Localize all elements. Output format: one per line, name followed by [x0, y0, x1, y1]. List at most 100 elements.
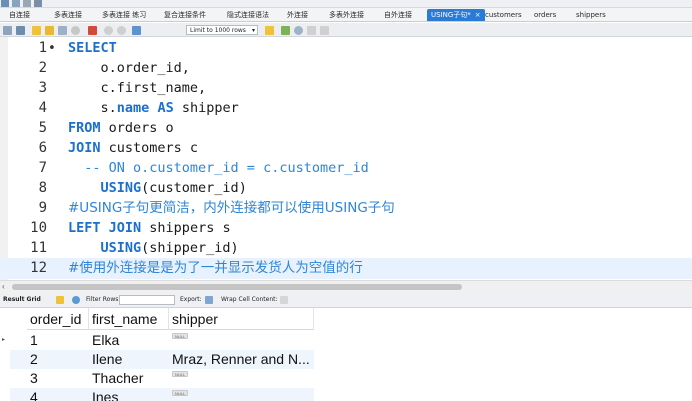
- table-row[interactable]: 1 Elka NULL: [10, 331, 314, 350]
- tab-label: shippers: [576, 11, 606, 19]
- rollback-icon[interactable]: [117, 26, 126, 35]
- search-icon[interactable]: [294, 26, 303, 35]
- tab-8[interactable]: USING子句* ×: [427, 9, 485, 21]
- wrap-cell-icon[interactable]: [280, 296, 288, 304]
- result-grid-label[interactable]: Result Grid: [3, 292, 41, 308]
- autocommit-icon[interactable]: [132, 26, 141, 35]
- export-icon[interactable]: [205, 296, 213, 304]
- export-label: Export:: [180, 296, 202, 303]
- scrollbar-thumb[interactable]: [12, 284, 462, 290]
- tab-2[interactable]: 多表连接 练习: [102, 9, 146, 21]
- column-header-shipper[interactable]: shipper: [169, 308, 314, 330]
- code-line[interactable]: 4 s.name AS shipper: [0, 98, 692, 119]
- tab-4[interactable]: 隐式连接语法: [227, 9, 269, 21]
- column-header-order-id[interactable]: order_id: [27, 308, 89, 330]
- line-number: 2: [38, 60, 47, 76]
- sql-keyword: SELECT: [68, 40, 117, 56]
- find-icon[interactable]: [281, 26, 290, 35]
- invisible-chars-icon[interactable]: [307, 26, 316, 35]
- open-folder-icon[interactable]: [3, 26, 12, 35]
- sql-editor[interactable]: 1 • SELECT 2 o.order_id, 3 c.first_name, 4 s.…: [0, 37, 692, 280]
- code-line[interactable]: 12 #使用外连接是是为了一并显示发货人为空值的行: [0, 258, 692, 279]
- line-number: 12: [30, 260, 47, 276]
- table-row[interactable]: 4 Ines NULL: [10, 388, 314, 401]
- refresh-icon[interactable]: [72, 296, 80, 304]
- code-line[interactable]: 11 USING(shipper_id): [0, 238, 692, 259]
- tab-label: customers: [485, 11, 522, 19]
- scroll-left-icon[interactable]: ‹: [2, 281, 5, 292]
- sql-token: customers c: [100, 140, 199, 156]
- filter-rows-input[interactable]: [119, 295, 175, 305]
- code-line[interactable]: 7 -- ON o.customer_id = c.customer_id: [0, 158, 692, 179]
- line-number: 7: [38, 160, 47, 176]
- cell-shipper[interactable]: Mraz, Renner and N...: [169, 350, 314, 369]
- code-line[interactable]: 1 • SELECT: [0, 38, 692, 59]
- close-icon[interactable]: ×: [475, 11, 481, 19]
- tab-label: 多表连接: [54, 11, 82, 19]
- beautify-icon[interactable]: [265, 26, 274, 35]
- line-number: 3: [38, 80, 47, 96]
- tab-label: 多表外连接: [329, 11, 364, 19]
- open-file-icon[interactable]: [12, 0, 20, 7]
- cell-order-id[interactable]: 1: [27, 331, 89, 350]
- cell-first-name[interactable]: Thacher: [89, 369, 169, 388]
- sql-keyword: USING: [100, 180, 142, 196]
- cell-order-id[interactable]: 2: [27, 350, 89, 369]
- line-number: 8: [38, 180, 47, 196]
- inspector-icon[interactable]: [23, 0, 31, 7]
- cell-order-id[interactable]: 3: [27, 369, 89, 388]
- tab-7[interactable]: 自外连接: [384, 9, 412, 21]
- save-icon[interactable]: [16, 26, 25, 35]
- row-limit-select[interactable]: Limit to 1000 rows ▾: [186, 25, 258, 35]
- sql-comment: -- ON o.customer_id = c.customer_id: [68, 160, 369, 176]
- execute-icon[interactable]: [32, 26, 41, 35]
- null-badge: NULL: [172, 390, 189, 396]
- tab-0[interactable]: 自连接: [9, 9, 30, 21]
- cell-order-id[interactable]: 4: [27, 388, 89, 401]
- code-text: s.name AS shipper: [68, 98, 239, 119]
- code-line[interactable]: 3 c.first_name,: [0, 78, 692, 99]
- table-row[interactable]: 2 Ilene Mraz, Renner and N...: [10, 350, 314, 369]
- stop-icon[interactable]: [71, 26, 80, 35]
- schema-icon[interactable]: [34, 0, 42, 7]
- table-row[interactable]: 3 Thacher NULL: [10, 369, 314, 388]
- result-grid[interactable]: ▸ order_id first_name shipper 1 Elka NULL 2 Ile…: [0, 308, 692, 401]
- tab-label: 自外连接: [384, 11, 412, 19]
- sql-keyword: USING: [100, 240, 142, 256]
- code-line[interactable]: 8 USING(customer_id): [0, 178, 692, 199]
- tab-1[interactable]: 多表连接: [54, 9, 82, 21]
- sql-keyword: JOIN: [68, 140, 101, 156]
- commit-icon[interactable]: [104, 26, 113, 35]
- toggle-error-icon[interactable]: [88, 26, 97, 35]
- new-query-icon[interactable]: [1, 0, 9, 7]
- sql-keyword: LEFT: [68, 220, 101, 236]
- code-line[interactable]: 6 JOIN customers c: [0, 138, 692, 159]
- code-text: USING(customer_id): [68, 178, 247, 199]
- explain-icon[interactable]: [58, 26, 67, 35]
- grid-view-icon[interactable]: [56, 296, 64, 304]
- code-line[interactable]: 2 o.order_id,: [0, 58, 692, 79]
- tab-11[interactable]: shippers: [576, 9, 606, 21]
- code-line[interactable]: 9 #USING子句更简洁，内外连接都可以使用USING子句: [0, 198, 692, 219]
- cell-first-name[interactable]: Elka: [89, 331, 169, 350]
- tab-9[interactable]: customers: [485, 9, 522, 21]
- chevron-down-icon: ▾: [251, 27, 255, 34]
- tab-label: orders: [534, 11, 557, 19]
- sql-token: shippers s: [141, 220, 231, 236]
- tab-label: 复合连接条件: [164, 11, 206, 19]
- execute-current-icon[interactable]: [45, 26, 54, 35]
- code-line[interactable]: 5 FROM orders o: [0, 118, 692, 139]
- sql-keyword: AS: [157, 100, 174, 116]
- code-line[interactable]: 10 LEFT JOIN shippers s: [0, 218, 692, 239]
- column-header-first-name[interactable]: first_name: [89, 308, 169, 330]
- code-text: #USING子句更简洁，内外连接都可以使用USING子句: [68, 198, 395, 219]
- tab-5[interactable]: 外连接: [287, 9, 308, 21]
- editor-horizontal-scrollbar[interactable]: ‹: [0, 280, 692, 292]
- word-wrap-icon[interactable]: [320, 26, 329, 35]
- tab-3[interactable]: 复合连接条件: [164, 9, 206, 21]
- tab-10[interactable]: orders: [534, 9, 556, 21]
- cell-first-name[interactable]: Ilene: [89, 350, 169, 369]
- cell-first-name[interactable]: Ines: [89, 388, 169, 401]
- tab-6[interactable]: 多表外连接: [329, 9, 364, 21]
